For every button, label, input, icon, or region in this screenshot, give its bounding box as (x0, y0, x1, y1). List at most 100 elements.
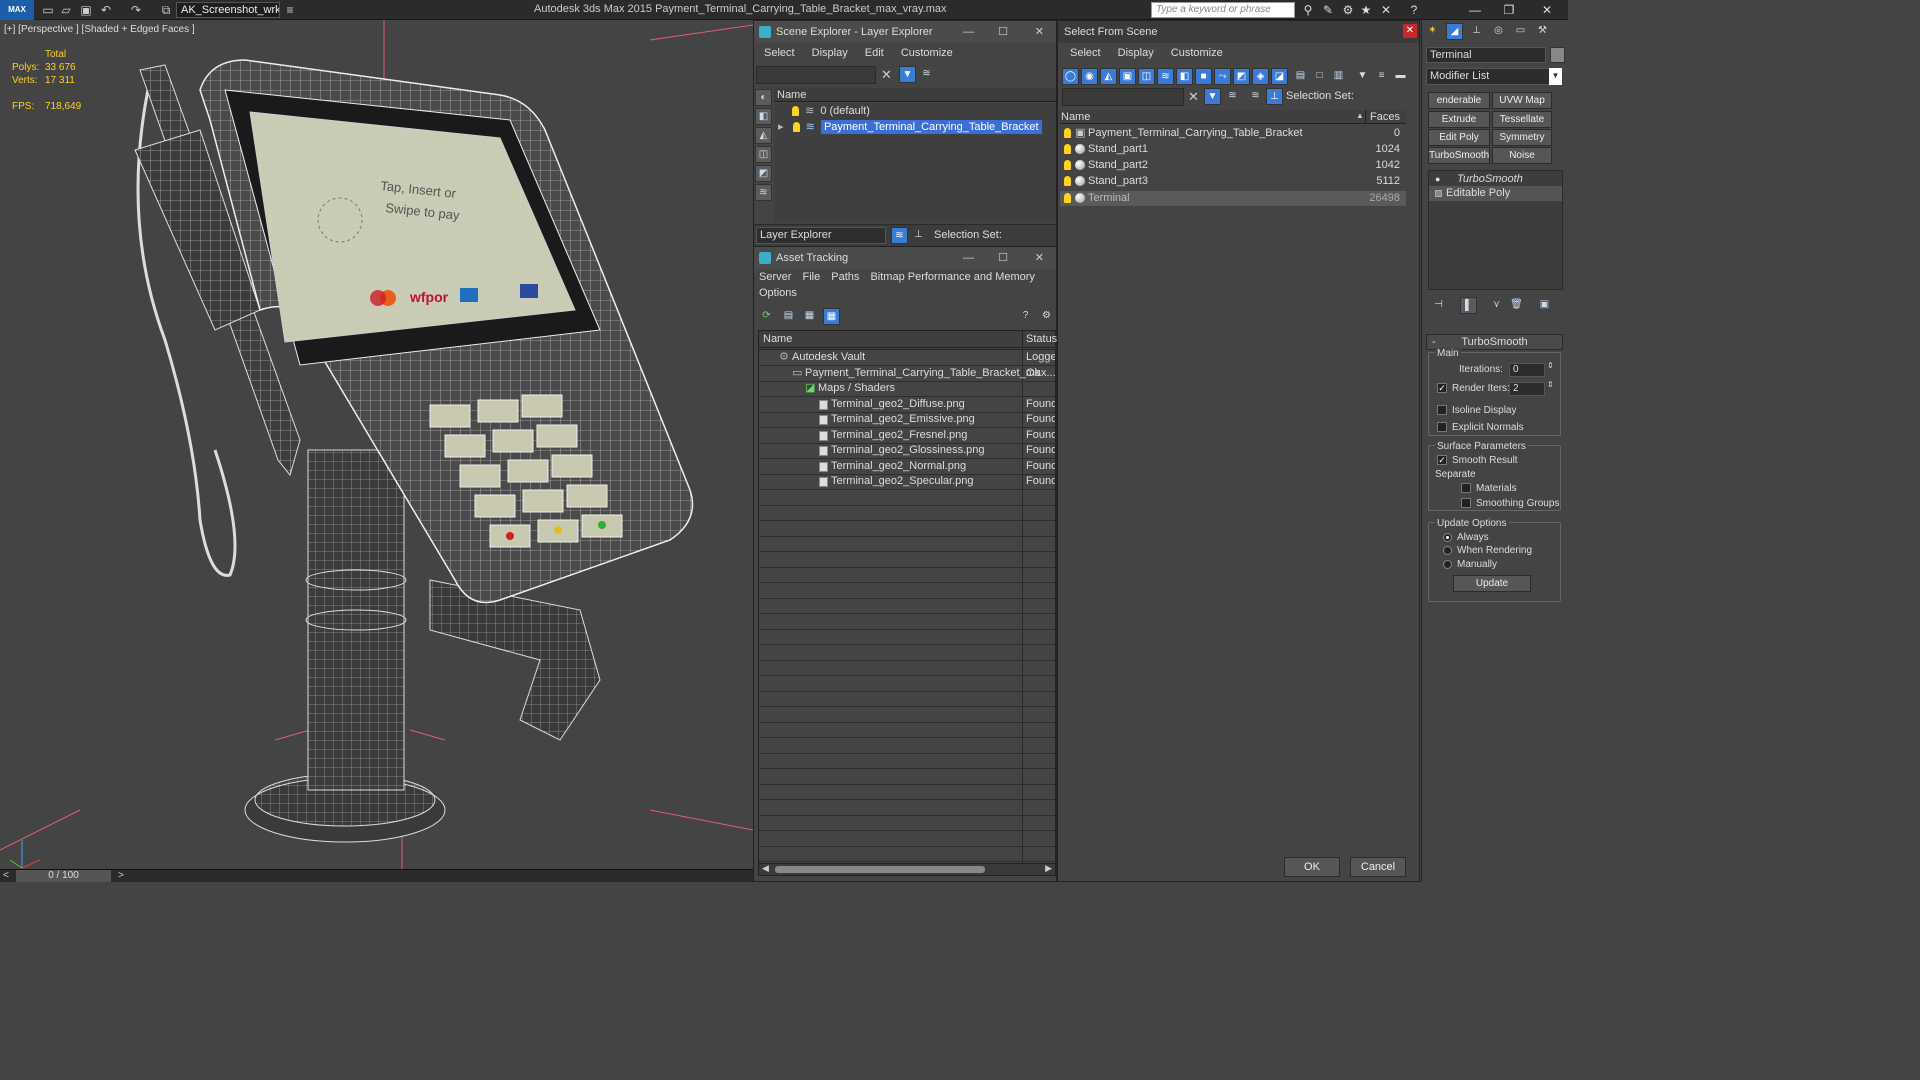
asset-row[interactable]: Terminal_geo2_Specular.png Found (759, 474, 1055, 489)
menu-select[interactable]: Select (1070, 43, 1101, 63)
menu-customize[interactable]: Customize (1171, 43, 1223, 63)
favorites-star-icon[interactable]: ★ (1358, 2, 1374, 18)
spinner-arrows-icon[interactable]: ⇕ (1547, 380, 1554, 389)
symmetry-button[interactable]: Symmetry (1492, 129, 1552, 146)
workspace-dropdown[interactable]: AK_Screenshot_wrksp (176, 2, 280, 18)
asset-row[interactable]: Terminal_geo2_Emissive.png Found (759, 412, 1055, 427)
smoothing-groups-checkbox[interactable]: Smoothing Groups (1461, 498, 1559, 509)
expand-box-icon[interactable] (1435, 190, 1442, 197)
stack-item-turbosmooth[interactable]: ● TurboSmooth (1429, 172, 1562, 187)
minimize-window-icon[interactable]: — (1460, 0, 1490, 20)
table-view-icon[interactable]: ▦ (823, 308, 840, 325)
show-end-result-icon[interactable]: ▌ (1460, 297, 1477, 314)
layers-icon[interactable]: ≋ (918, 66, 935, 83)
scene-explorer-titlebar[interactable]: Scene Explorer - Layer Explorer — ☐ ✕ (754, 21, 1056, 43)
filter-frozen-icon[interactable]: ◈ (1252, 68, 1269, 85)
hierarchy-icon[interactable]: ⊥ (1266, 88, 1283, 105)
perspective-viewport[interactable]: Tap, Insert or Swipe to pay wfpor [+] [P… (0, 20, 753, 869)
select-from-scene-titlebar[interactable]: Select From Scene ✕ (1058, 21, 1419, 43)
remove-modifier-icon[interactable]: 🗑 (1508, 297, 1525, 314)
object-row[interactable]: ▣ Payment_Terminal_Carrying_Table_Bracket… (1060, 126, 1406, 141)
visibility-bulb-icon[interactable] (1064, 193, 1071, 203)
clear-search-icon[interactable]: ✕ (1188, 89, 1199, 105)
scroll-thumb[interactable] (775, 866, 985, 873)
close-icon[interactable]: ✕ (1035, 247, 1044, 269)
object-name-field[interactable]: Terminal (1426, 47, 1546, 63)
isoline-display-checkbox[interactable]: Isoline Display (1437, 405, 1516, 416)
visibility-bulb-icon[interactable] (792, 122, 800, 133)
motion-tab-icon[interactable]: ◎ (1490, 23, 1507, 40)
asset-row[interactable]: Terminal_geo2_Normal.png Found (759, 459, 1055, 474)
exchange-icon[interactable]: ✕ (1378, 2, 1394, 18)
project-folder-icon[interactable]: ⧉ (158, 2, 174, 18)
col-status-header[interactable]: Status (1026, 333, 1057, 345)
object-row-selected[interactable]: Terminal 26498 (1060, 191, 1406, 206)
object-color-swatch[interactable] (1550, 47, 1565, 63)
visibility-bulb-icon[interactable] (1064, 176, 1071, 186)
renderable-spline-button[interactable]: enderable Spli (1428, 92, 1490, 109)
pin-stack-icon[interactable]: ⊣ (1430, 297, 1447, 314)
display-all-icon[interactable]: ◐ (755, 89, 772, 106)
filter-xrefs-icon[interactable]: ■ (1195, 68, 1212, 85)
render-iters-checkbox[interactable]: ✓ Render Iters: (1437, 383, 1510, 394)
help-icon[interactable]: ? (1406, 2, 1422, 18)
when-rendering-radio[interactable]: When Rendering (1443, 545, 1532, 556)
utilities-tab-icon[interactable]: ⚒ (1534, 23, 1551, 40)
col-name-header[interactable]: Name (763, 333, 792, 345)
display-lights-icon[interactable]: ◫ (755, 146, 772, 163)
configure-sets-icon[interactable]: ▣ (1536, 297, 1553, 314)
help-icon[interactable]: ? (1017, 308, 1034, 325)
filter-bones-icon[interactable]: ⤳ (1214, 68, 1231, 85)
col-name-header[interactable]: Name (1061, 111, 1090, 123)
iterations-spinner[interactable]: 0 (1509, 363, 1545, 377)
workspace-menu-icon[interactable]: ≡ (282, 2, 298, 18)
object-row[interactable]: Stand_part2 1042 (1060, 158, 1406, 173)
close-icon[interactable]: ✕ (1035, 21, 1044, 43)
prev-frame-button[interactable]: < (3, 870, 9, 881)
refresh-icon[interactable]: ⟳ (758, 308, 775, 325)
subscription-icon[interactable]: ⚙ (1340, 2, 1356, 18)
thumbnail-view-icon[interactable]: ▦ (801, 308, 818, 325)
modify-tab-icon[interactable]: ◢ (1446, 23, 1463, 40)
manually-radio[interactable]: Manually (1443, 559, 1497, 570)
expand-arrow-icon[interactable]: ▸ (778, 121, 784, 133)
object-row[interactable]: Stand_part1 1024 (1060, 142, 1406, 157)
sort-ascending-icon[interactable]: ▲ (1356, 111, 1364, 120)
sort-icon[interactable]: ▬ (1392, 68, 1409, 85)
filter-spacewarps-icon[interactable]: ≋ (1157, 68, 1174, 85)
explorer-type-dropdown[interactable]: Layer Explorer (756, 227, 886, 244)
horizontal-scrollbar[interactable]: ◀ ▶ (758, 863, 1056, 876)
visibility-bulb-icon[interactable] (1064, 128, 1071, 138)
redo-icon[interactable]: ↷ (128, 2, 144, 18)
col-faces-header[interactable]: Faces (1370, 111, 1400, 123)
asset-row[interactable]: Terminal_geo2_Fresnel.png Found (759, 428, 1055, 443)
display-helpers-icon[interactable]: ≋ (755, 184, 772, 201)
filter-helpers-icon[interactable]: ◫ (1138, 68, 1155, 85)
restore-window-icon[interactable]: ❐ (1494, 0, 1524, 20)
always-radio[interactable]: Always (1443, 532, 1489, 543)
search-input[interactable]: Type a keyword or phrase (1151, 2, 1295, 18)
menu-file[interactable]: File (802, 269, 820, 285)
menu-display[interactable]: Display (1118, 43, 1154, 63)
minimize-icon[interactable]: — (963, 247, 974, 269)
menu-select[interactable]: Select (764, 43, 795, 63)
menu-bitmap-performance[interactable]: Bitmap Performance and Memory (870, 269, 1034, 285)
filter-geometry-icon[interactable]: ◯ (1062, 68, 1079, 85)
settings-icon[interactable]: ⚙ (1038, 308, 1055, 325)
filter-hidden-icon[interactable]: ◪ (1271, 68, 1288, 85)
chevron-down-icon[interactable]: ▼ (1549, 68, 1562, 85)
filter-lights-icon[interactable]: ◭ (1100, 68, 1117, 85)
scroll-right-icon[interactable]: ▶ (1045, 863, 1052, 874)
save-icon[interactable]: ▣ (78, 2, 94, 18)
time-counter[interactable]: 0 / 100 (16, 870, 111, 882)
visibility-bulb-icon[interactable] (792, 106, 799, 117)
display-geometry-icon[interactable]: ◧ (755, 108, 772, 125)
noise-button[interactable]: Noise (1492, 147, 1552, 164)
asset-row[interactable]: ⚙Autodesk Vault Logged (759, 350, 1055, 365)
tools-icon[interactable]: ✎ (1320, 2, 1336, 18)
visibility-bulb-icon[interactable] (1064, 160, 1071, 170)
filter-groups-icon[interactable]: ◧ (1176, 68, 1193, 85)
layer-explorer-icon[interactable]: ≋ (891, 227, 908, 244)
maximize-icon[interactable]: ☐ (998, 247, 1008, 269)
menu-paths[interactable]: Paths (831, 269, 859, 285)
